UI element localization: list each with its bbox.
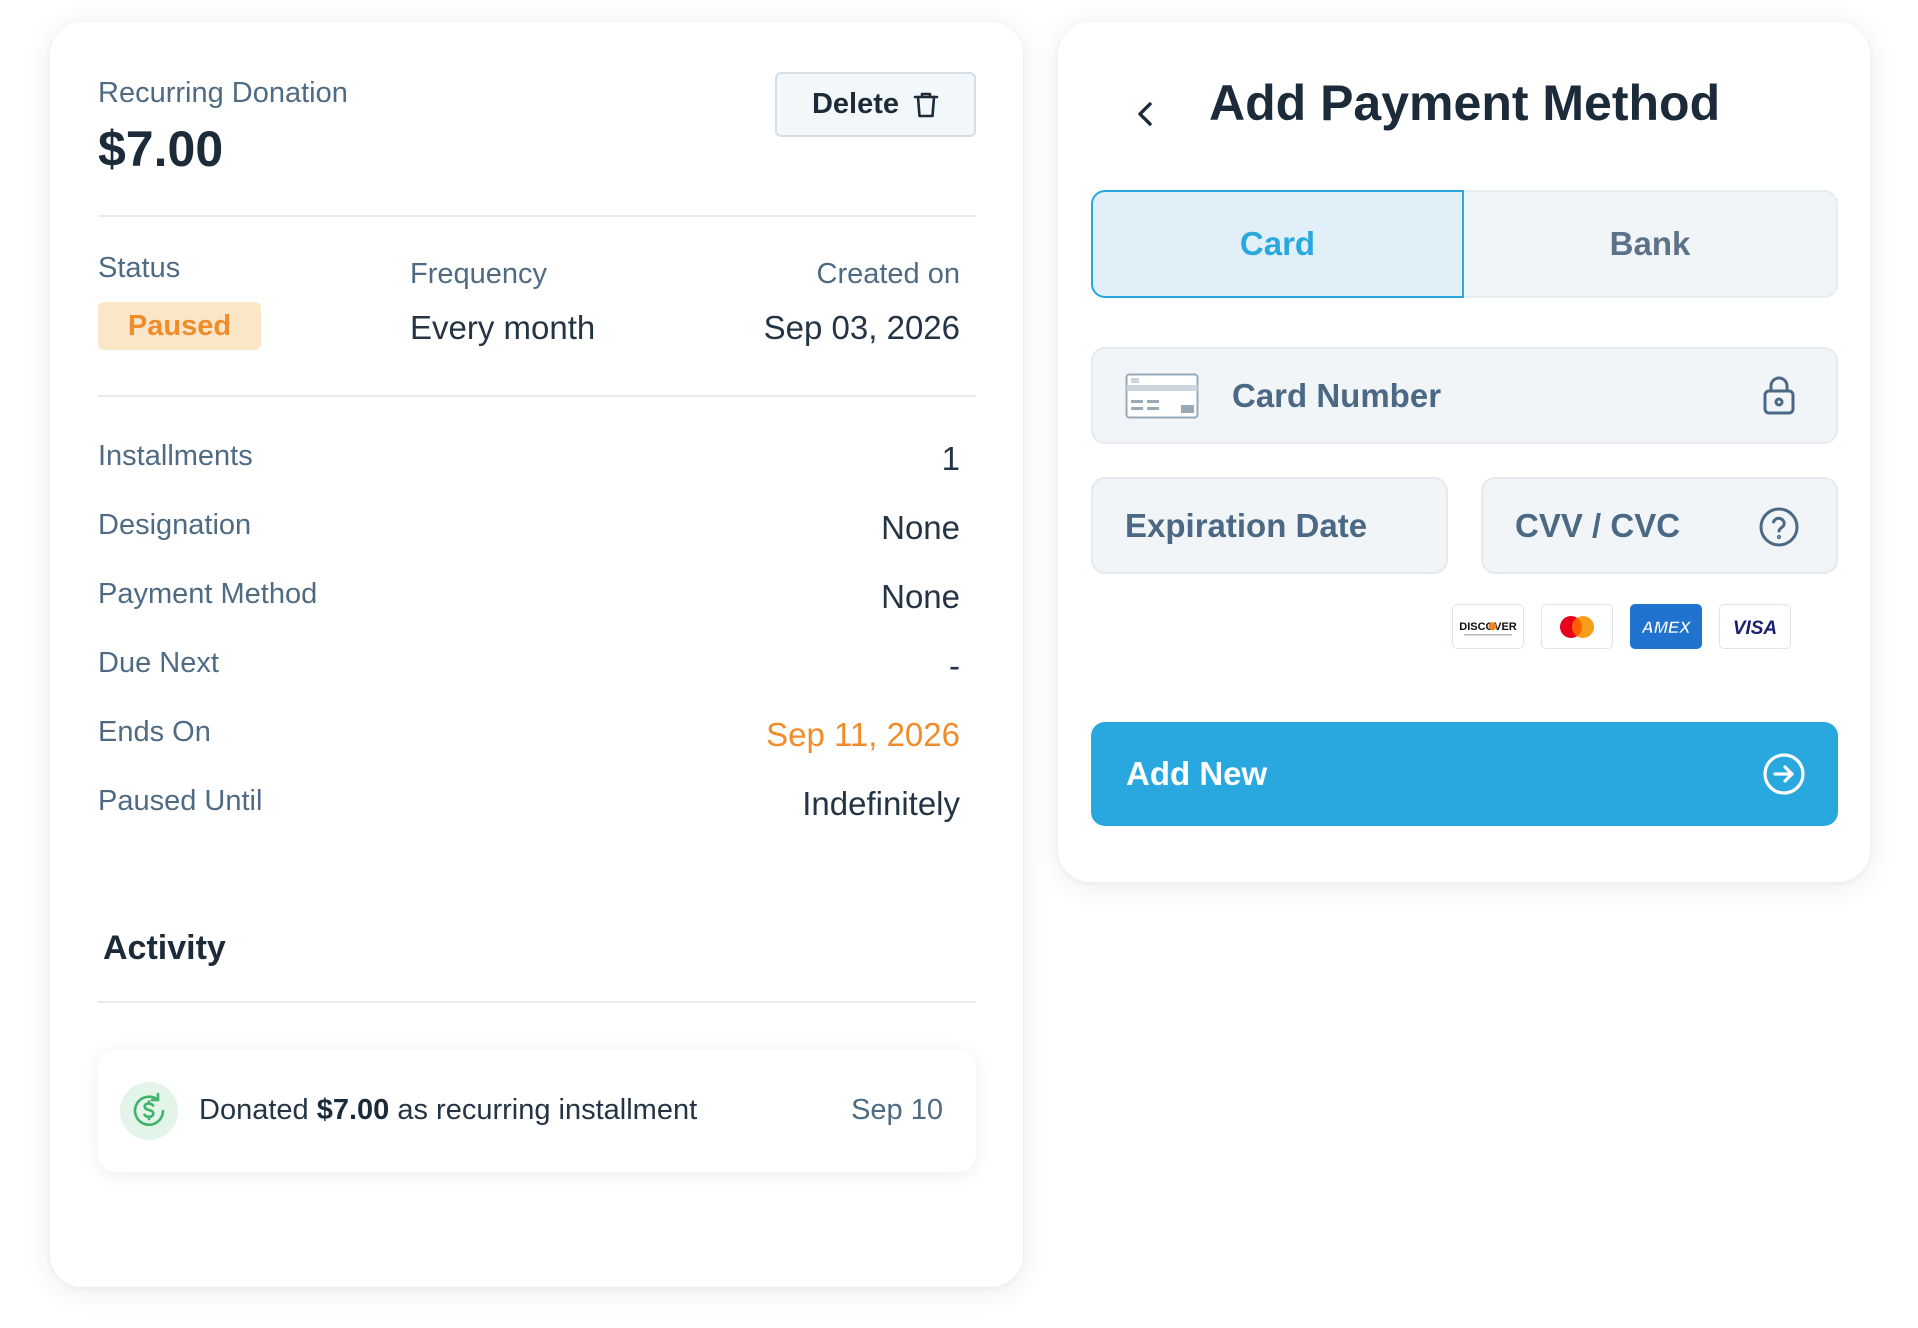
installments-label: Installments — [98, 440, 253, 472]
frequency-value: Every month — [410, 309, 596, 346]
delete-button-label: Delete — [811, 88, 900, 120]
back-button[interactable] — [1120, 84, 1170, 144]
card-number-field[interactable]: Card Number — [1091, 347, 1838, 444]
activity-item: Donated $7.00 as recurring installment S… — [98, 1050, 976, 1172]
activity-date: Sep 10 — [851, 1094, 943, 1126]
help-circle-icon[interactable] — [1758, 506, 1800, 548]
expiration-date-field[interactable]: Expiration Date — [1091, 477, 1448, 574]
due-next-value: - — [949, 647, 960, 684]
page-title: Add Payment Method — [1209, 75, 1721, 131]
designation-value: None — [881, 509, 960, 546]
activity-suffix: as recurring installment — [397, 1094, 698, 1126]
status-badge: Paused — [98, 302, 261, 350]
delete-button[interactable]: Delete — [775, 72, 976, 137]
status-label: Status — [98, 252, 181, 284]
trash-icon — [913, 91, 939, 119]
ends-on-label: Ends On — [98, 716, 211, 748]
lock-icon — [1762, 374, 1796, 416]
arrow-right-circle-icon — [1762, 752, 1806, 796]
credit-card-icon — [1125, 373, 1199, 419]
divider — [98, 395, 976, 397]
tab-card[interactable]: Card — [1091, 190, 1464, 298]
due-next-label: Due Next — [98, 647, 219, 679]
visa-logo: VISA — [1719, 604, 1791, 649]
donation-amount: $7.00 — [98, 121, 224, 177]
designation-label: Designation — [98, 509, 252, 541]
expiration-date-placeholder: Expiration Date — [1125, 506, 1368, 544]
discover-text: DISCOVER — [1459, 621, 1517, 633]
installments-value: 1 — [941, 440, 960, 477]
add-new-label: Add New — [1126, 755, 1268, 792]
donation-type-label: Recurring Donation — [98, 77, 348, 109]
divider — [98, 1001, 976, 1003]
amex-logo: AMEX — [1630, 604, 1702, 649]
visa-text: VISA — [1733, 618, 1777, 639]
payment-method-label: Payment Method — [98, 578, 318, 610]
payment-method-value: None — [881, 578, 960, 615]
recurring-donation-card: Recurring Donation $7.00 Delete Status P… — [50, 22, 1023, 1287]
add-payment-method-card: Add Payment Method Card Bank Card Number — [1058, 22, 1870, 882]
cvv-placeholder: CVV / CVC — [1515, 506, 1681, 544]
amex-text: AMEX — [1640, 618, 1692, 637]
mastercard-logo — [1541, 604, 1613, 649]
discover-logo: DISCOVER — [1452, 604, 1524, 649]
created-on-label: Created on — [816, 258, 961, 290]
frequency-label: Frequency — [410, 258, 548, 290]
recurring-dollar-icon — [120, 1082, 178, 1140]
created-on-value: Sep 03, 2026 — [763, 309, 960, 346]
activity-title: Activity — [103, 929, 226, 967]
chevron-left-icon — [1135, 99, 1155, 129]
cvv-field[interactable]: CVV / CVC — [1481, 477, 1838, 574]
activity-amount: $7.00 — [316, 1094, 390, 1126]
activity-prefix: Donated — [199, 1094, 309, 1126]
paused-until-label: Paused Until — [98, 785, 263, 817]
divider — [98, 215, 976, 217]
ends-on-value: Sep 11, 2026 — [766, 716, 960, 753]
activity-description: Donated $7.00 as recurring installment — [199, 1094, 697, 1127]
card-number-placeholder: Card Number — [1232, 376, 1442, 414]
add-new-button[interactable]: Add New — [1091, 722, 1838, 826]
paused-until-value: Indefinitely — [802, 785, 960, 822]
tab-bank[interactable]: Bank — [1464, 190, 1838, 298]
